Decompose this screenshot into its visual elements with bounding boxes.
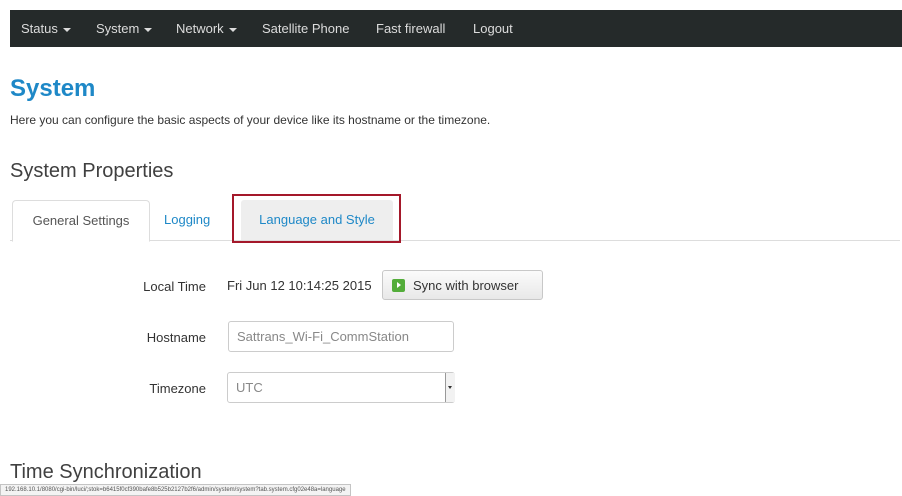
- page-description: Here you can configure the basic aspects…: [10, 113, 491, 127]
- nav-system-menu[interactable]: System: [96, 10, 153, 47]
- nav-system-label: System: [96, 21, 140, 36]
- sync-with-browser-button[interactable]: Sync with browser: [382, 270, 543, 300]
- timezone-label: Timezone: [149, 381, 206, 396]
- tab-general-settings[interactable]: General Settings: [12, 200, 150, 242]
- tab-logging[interactable]: Logging: [164, 200, 224, 240]
- sync-button-label: Sync with browser: [413, 277, 519, 293]
- nav-network-menu[interactable]: Network: [176, 10, 237, 47]
- nav-fast-firewall-link[interactable]: Fast firewall: [376, 10, 445, 47]
- local-time-label: Local Time: [143, 279, 206, 294]
- chevron-down-icon: [144, 27, 153, 32]
- timezone-select[interactable]: UTC: [227, 372, 455, 403]
- chevron-down-icon: [228, 27, 237, 32]
- nav-network-label: Network: [176, 21, 224, 36]
- time-synchronization-title: Time Synchronization: [10, 461, 202, 483]
- section-title: System Properties: [10, 160, 174, 182]
- sync-icon: [392, 278, 405, 292]
- hostname-label: Hostname: [146, 330, 206, 345]
- chevron-down-icon: [62, 27, 71, 32]
- hostname-input[interactable]: Sattrans_Wi-Fi_CommStation: [228, 321, 454, 352]
- nav-status-menu[interactable]: Status: [21, 10, 71, 47]
- nav-satellite-phone-link[interactable]: Satellite Phone: [262, 10, 349, 47]
- tab-language-and-style[interactable]: Language and Style: [241, 200, 393, 240]
- nav-status-label: Status: [21, 21, 58, 36]
- status-bar-url: 192.168.10.1/8080/cgi-bin/luci/;stok=b64…: [0, 484, 351, 496]
- nav-logout-link[interactable]: Logout: [473, 10, 513, 47]
- top-navbar: Status System Network Satellite Phone Fa…: [10, 10, 902, 47]
- local-time-value: Fri Jun 12 10:14:25 2015: [227, 278, 372, 293]
- page-title: System: [10, 75, 96, 102]
- select-arrow-icon[interactable]: [445, 373, 455, 402]
